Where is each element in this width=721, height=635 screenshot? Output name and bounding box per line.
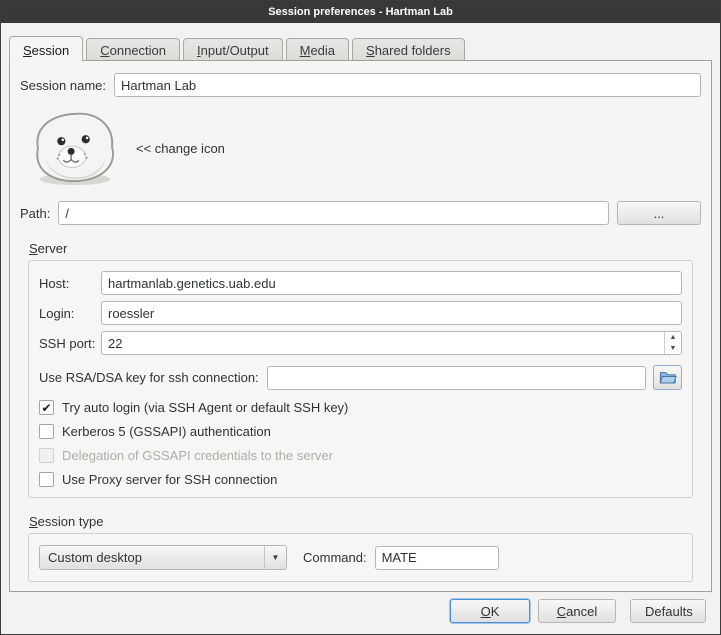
tab-shared-folders[interactable]: Shared folders	[352, 38, 465, 60]
session-name-label: Session name:	[20, 78, 106, 93]
spin-down-icon[interactable]: ▼	[665, 343, 681, 354]
cancel-button[interactable]: Cancel	[538, 599, 616, 623]
defaults-button[interactable]: Defaults	[630, 599, 706, 623]
titlebar[interactable]: Session preferences - Hartman Lab	[1, 1, 720, 23]
host-input[interactable]	[101, 271, 682, 295]
session-tab-panel: Session name:	[9, 60, 712, 592]
seal-icon	[30, 109, 120, 187]
folder-open-icon	[659, 370, 677, 385]
path-label: Path:	[20, 206, 50, 221]
window-title: Session preferences - Hartman Lab	[268, 6, 453, 18]
dialog-footer: OK Cancel Defaults	[1, 592, 720, 634]
login-label: Login:	[39, 306, 101, 321]
session-type-dropdown[interactable]: Custom desktop ▼	[39, 545, 287, 570]
auto-login-checkbox[interactable]: ✔	[39, 400, 54, 415]
session-type-group-label: Session type	[29, 514, 103, 529]
spin-up-icon[interactable]: ▲	[665, 332, 681, 343]
tab-media[interactable]: Media	[286, 38, 349, 60]
path-input[interactable]	[58, 201, 609, 225]
proxy-checkbox-row[interactable]: Use Proxy server for SSH connection	[39, 472, 682, 487]
session-icon[interactable]	[30, 109, 120, 187]
ssh-port-label: SSH port:	[39, 336, 101, 351]
ssh-port-input[interactable]	[102, 332, 664, 354]
gssapi-delegation-label: Delegation of GSSAPI credentials to the …	[62, 448, 333, 463]
gssapi-delegation-checkbox	[39, 448, 54, 463]
kerberos-checkbox[interactable]	[39, 424, 54, 439]
auto-login-checkbox-row[interactable]: ✔ Try auto login (via SSH Agent or defau…	[39, 400, 682, 415]
tab-bar: Session Connection Input/Output Media Sh…	[9, 36, 712, 60]
server-group: Host: Login: SSH port: ▲ ▼ Use RSA/DSA	[28, 260, 693, 498]
gssapi-delegation-checkbox-row: Delegation of GSSAPI credentials to the …	[39, 448, 682, 463]
ok-button[interactable]: OK	[450, 599, 530, 623]
command-input[interactable]	[375, 546, 499, 570]
ssh-port-spinner: ▲ ▼	[101, 331, 682, 355]
path-browse-button[interactable]: ...	[617, 201, 701, 225]
session-type-selected: Custom desktop	[48, 550, 264, 565]
proxy-label: Use Proxy server for SSH connection	[62, 472, 277, 487]
server-group-label: Server	[29, 241, 67, 256]
session-name-input[interactable]	[114, 73, 701, 97]
session-type-group: Custom desktop ▼ Command:	[28, 533, 693, 582]
auto-login-label: Try auto login (via SSH Agent or default…	[62, 400, 348, 415]
login-input[interactable]	[101, 301, 682, 325]
command-label: Command:	[303, 550, 367, 565]
rsa-key-input[interactable]	[267, 366, 646, 390]
session-preferences-dialog: Session preferences - Hartman Lab Sessio…	[0, 0, 721, 635]
rsa-key-browse-button[interactable]	[653, 365, 682, 390]
kerberos-label: Kerberos 5 (GSSAPI) authentication	[62, 424, 271, 439]
tab-session[interactable]: Session	[9, 36, 83, 60]
host-label: Host:	[39, 276, 101, 291]
proxy-checkbox[interactable]	[39, 472, 54, 487]
chevron-down-icon: ▼	[264, 546, 286, 569]
kerberos-checkbox-row[interactable]: Kerberos 5 (GSSAPI) authentication	[39, 424, 682, 439]
change-icon-label: << change icon	[136, 141, 225, 156]
tab-connection[interactable]: Connection	[86, 38, 180, 60]
tab-input-output[interactable]: Input/Output	[183, 38, 283, 60]
rsa-key-label: Use RSA/DSA key for ssh connection:	[39, 370, 259, 385]
